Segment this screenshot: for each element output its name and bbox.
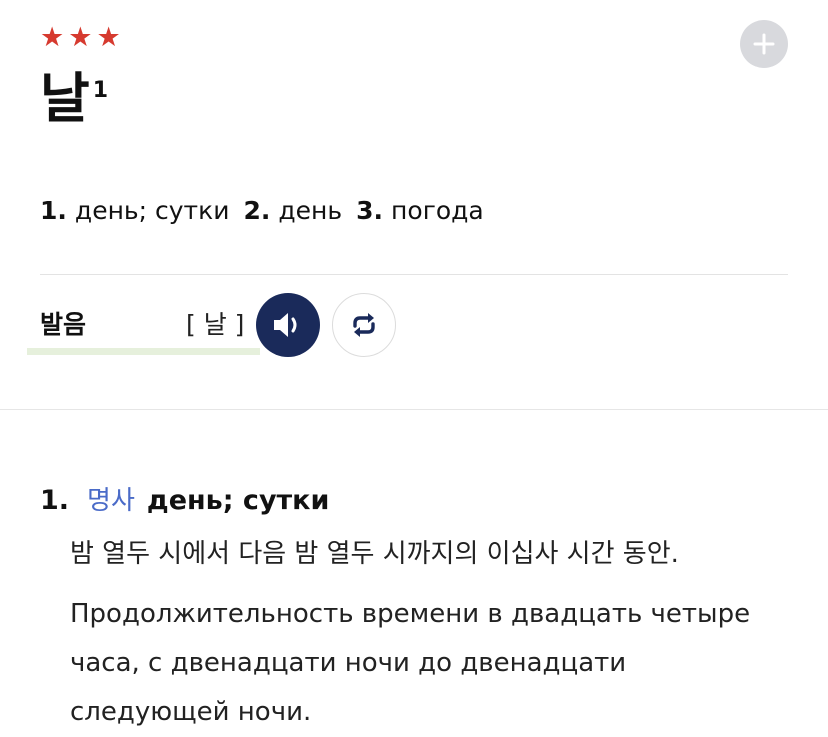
sense-heading: 1. 명사 день; сутки (40, 483, 329, 519)
part-of-speech-link[interactable]: 명사 (87, 483, 135, 519)
summary-number: 1. (40, 196, 67, 225)
summary-text: день; сутки (74, 196, 230, 225)
headword-text: 날 (40, 67, 90, 130)
section-divider (0, 409, 828, 410)
pronunciation-highlight (27, 348, 260, 355)
star-icon: ★ (68, 22, 93, 53)
star-icon: ★ (40, 22, 65, 53)
definition-korean: 밤 열두 시에서 다음 밤 열두 시까지의 이십사 시간 동안. (70, 539, 679, 569)
meaning-summary: 1. день; сутки 2. день 3. погода (40, 195, 498, 227)
summary-item: 2. день (243, 195, 342, 227)
summary-item: 3. погода (356, 195, 484, 227)
repeat-icon (353, 313, 375, 337)
summary-text: погода (391, 196, 484, 225)
definition-russian: Продолжительность времени в двадцать чет… (70, 599, 751, 727)
plus-icon (753, 33, 775, 55)
pronunciation-value: [ 날 ] (186, 310, 245, 339)
sense-number: 1. (40, 485, 70, 516)
speaker-icon (274, 313, 297, 337)
summary-text: день (278, 196, 343, 225)
headword: 날 1 (40, 64, 108, 134)
importance-stars: ★ ★ ★ (40, 24, 121, 52)
pronunciation-label: 발음 (40, 310, 87, 339)
star-icon: ★ (96, 22, 121, 53)
summary-number: 2. (243, 196, 271, 225)
summary-item: 1. день; сутки (40, 195, 229, 227)
homonym-number: 1 (92, 78, 108, 103)
sense-translation: день; сутки (146, 485, 330, 516)
summary-number: 3. (356, 196, 384, 225)
repeat-playback-button[interactable] (332, 293, 396, 357)
add-to-wordbook-button[interactable] (740, 20, 788, 68)
play-pronunciation-button[interactable] (256, 293, 320, 357)
divider (40, 274, 788, 275)
